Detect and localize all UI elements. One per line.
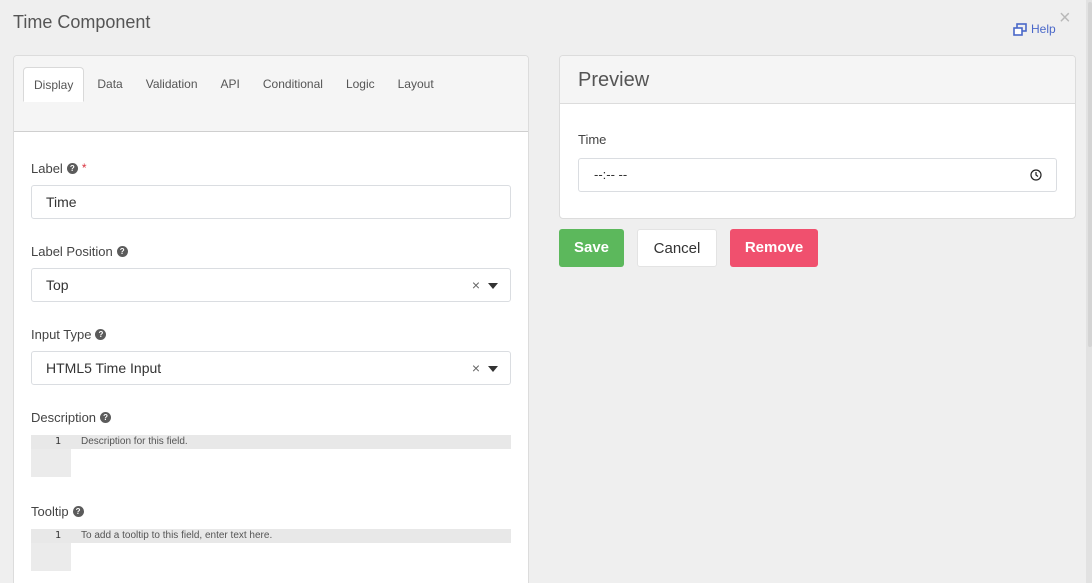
label-position-value: Top bbox=[46, 277, 69, 293]
question-circle-icon[interactable]: ? bbox=[116, 245, 128, 257]
help-label: Help bbox=[1031, 22, 1056, 36]
label-field-label: Label ? * bbox=[31, 159, 511, 177]
label-position-group: Label Position ? Top × bbox=[31, 242, 511, 302]
label-input[interactable]: Time bbox=[31, 185, 511, 219]
question-circle-icon[interactable]: ? bbox=[66, 162, 78, 174]
question-circle-icon[interactable]: ? bbox=[72, 505, 84, 517]
tooltip-group: Tooltip ? 1 To add a tooltip to this fie… bbox=[31, 502, 511, 571]
tab-validation[interactable]: Validation bbox=[136, 67, 208, 102]
caret-down-icon[interactable] bbox=[488, 283, 498, 289]
save-button[interactable]: Save bbox=[559, 229, 624, 267]
tooltip-text: Tooltip bbox=[31, 503, 69, 519]
tab-display[interactable]: Display bbox=[23, 67, 85, 102]
time-value: --:-- -- bbox=[594, 167, 628, 182]
tooltip-placeholder: To add a tooltip to this field, enter te… bbox=[81, 530, 273, 541]
help-link[interactable]: Help bbox=[1013, 22, 1056, 36]
preview-body: Time --:-- -- bbox=[560, 104, 1075, 192]
input-type-group: Input Type ? HTML5 Time Input × bbox=[31, 325, 511, 385]
tab-conditional[interactable]: Conditional bbox=[253, 67, 333, 102]
tab-api[interactable]: API bbox=[211, 67, 250, 102]
input-type-text: Input Type bbox=[31, 326, 92, 342]
description-placeholder: Description for this field. bbox=[81, 436, 188, 447]
remove-button[interactable]: Remove bbox=[730, 229, 818, 267]
component-settings-panel: Display Data Validation API Conditional … bbox=[13, 55, 529, 583]
display-form: Label ? * Time Label Position ? Top × In… bbox=[14, 159, 528, 571]
tabs-header: Display Data Validation API Conditional … bbox=[14, 56, 528, 132]
description-label: Description ? bbox=[31, 408, 511, 426]
external-window-icon bbox=[1013, 22, 1027, 36]
label-field-text: Label bbox=[31, 160, 63, 176]
label-position-select[interactable]: Top × bbox=[31, 268, 511, 302]
active-line: 1 To add a tooltip to this field, enter … bbox=[31, 529, 511, 543]
line-number: 1 bbox=[54, 436, 61, 447]
preview-title: Preview bbox=[560, 56, 1075, 104]
scrollbar-thumb[interactable] bbox=[1088, 2, 1092, 347]
description-text: Description bbox=[31, 409, 97, 425]
preview-field-label: Time bbox=[578, 132, 607, 147]
settings-tabs: Display Data Validation API Conditional … bbox=[23, 67, 447, 102]
tab-layout[interactable]: Layout bbox=[388, 67, 444, 102]
tooltip-editor[interactable]: 1 To add a tooltip to this field, enter … bbox=[31, 529, 511, 571]
clock-icon[interactable] bbox=[1030, 169, 1042, 181]
question-circle-icon[interactable]: ? bbox=[95, 328, 107, 340]
close-icon[interactable]: × bbox=[1059, 8, 1071, 28]
line-number: 1 bbox=[54, 530, 61, 541]
time-input[interactable]: --:-- -- bbox=[578, 158, 1057, 192]
active-line: 1 Description for this field. bbox=[31, 435, 511, 449]
required-marker: * bbox=[81, 161, 87, 175]
input-type-label: Input Type ? bbox=[31, 325, 511, 343]
cancel-button[interactable]: Cancel bbox=[637, 229, 717, 267]
label-field-group: Label ? * Time bbox=[31, 159, 511, 219]
label-position-label: Label Position ? bbox=[31, 242, 511, 260]
description-group: Description ? 1 Description for this fie… bbox=[31, 408, 511, 477]
description-editor[interactable]: 1 Description for this field. bbox=[31, 435, 511, 477]
question-circle-icon[interactable]: ? bbox=[100, 411, 112, 423]
input-type-value: HTML5 Time Input bbox=[46, 360, 162, 376]
label-position-text: Label Position bbox=[31, 243, 113, 259]
preview-panel: Preview Time --:-- -- bbox=[559, 55, 1076, 219]
tooltip-label: Tooltip ? bbox=[31, 502, 511, 520]
caret-down-icon[interactable] bbox=[488, 366, 498, 372]
tab-logic[interactable]: Logic bbox=[336, 67, 385, 102]
clear-x-icon[interactable]: × bbox=[472, 352, 480, 384]
tab-data[interactable]: Data bbox=[87, 67, 132, 102]
input-type-select[interactable]: HTML5 Time Input × bbox=[31, 351, 511, 385]
dialog-title: Time Component bbox=[13, 12, 151, 32]
clear-x-icon[interactable]: × bbox=[472, 269, 480, 301]
